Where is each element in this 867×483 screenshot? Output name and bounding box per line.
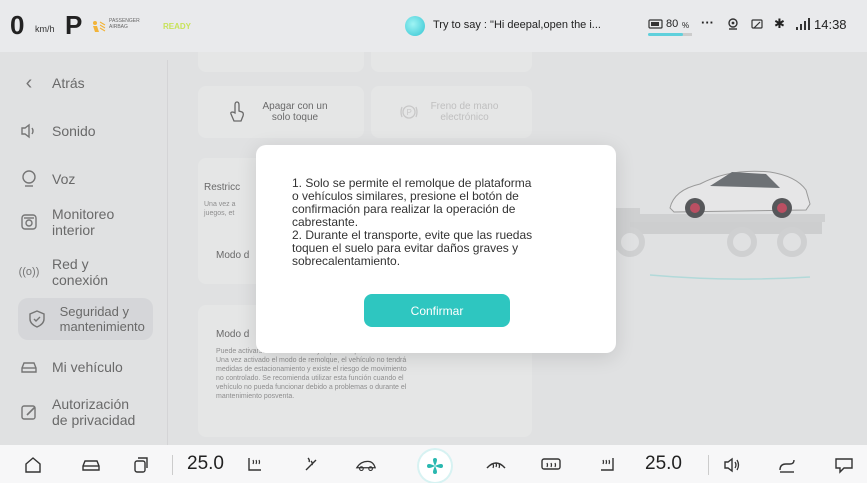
location-icon: [728, 18, 738, 30]
battery-icon: [648, 19, 663, 29]
phone-projection-icon: [751, 19, 763, 29]
recent-apps-icon[interactable]: [130, 455, 152, 475]
bar-divider: [708, 455, 709, 475]
ready-indicator: READY: [163, 22, 192, 31]
clock: 14:38: [814, 17, 847, 32]
car-icon[interactable]: [80, 455, 102, 475]
ac-fan-button[interactable]: [419, 450, 451, 482]
air-circulation-icon[interactable]: [355, 455, 377, 475]
steering-heat-icon[interactable]: [300, 455, 322, 475]
home-icon[interactable]: [22, 455, 44, 475]
status-bar: 0 km/h P PASSENGER AIRBAG READY Try to s…: [0, 0, 867, 52]
message-icon[interactable]: [833, 455, 855, 475]
confirm-button[interactable]: Confirmar: [364, 294, 510, 327]
seat-heat-icon[interactable]: [244, 455, 266, 475]
gear-indicator: P: [65, 10, 83, 40]
assistant-hint[interactable]: Try to say : "Hi deepal,open the i...: [433, 19, 601, 31]
voice-assistant-icon[interactable]: [405, 16, 425, 36]
driver-temp[interactable]: 25.0: [187, 453, 224, 475]
rear-defrost-icon[interactable]: [540, 455, 562, 475]
passenger-temp[interactable]: 25.0: [645, 453, 682, 475]
airbag-text: PASSENGER AIRBAG: [109, 18, 140, 30]
battery-percent: 80: [666, 18, 679, 30]
bluetooth-icon: ✱: [774, 16, 785, 31]
signal-icon: [796, 18, 810, 30]
fan-speed-icon[interactable]: [776, 455, 798, 475]
front-defrost-icon[interactable]: [485, 455, 507, 475]
passenger-seat-heat-icon[interactable]: [596, 455, 618, 475]
volume-icon[interactable]: [721, 455, 743, 475]
tow-confirm-dialog: 1. Solo se permite el remolque de plataf…: [256, 145, 616, 353]
dialog-message: 1. Solo se permite el remolque de plataf…: [292, 176, 533, 268]
fan-icon: [427, 458, 443, 474]
airbag-icon: [93, 21, 106, 32]
bar-divider: [172, 455, 173, 475]
more-icon[interactable]: ···: [701, 15, 714, 30]
speed-value: 0: [10, 10, 25, 40]
battery-unit: %: [682, 21, 690, 30]
battery-bar-fill: [648, 33, 684, 36]
speed-unit: km/h: [35, 24, 55, 34]
